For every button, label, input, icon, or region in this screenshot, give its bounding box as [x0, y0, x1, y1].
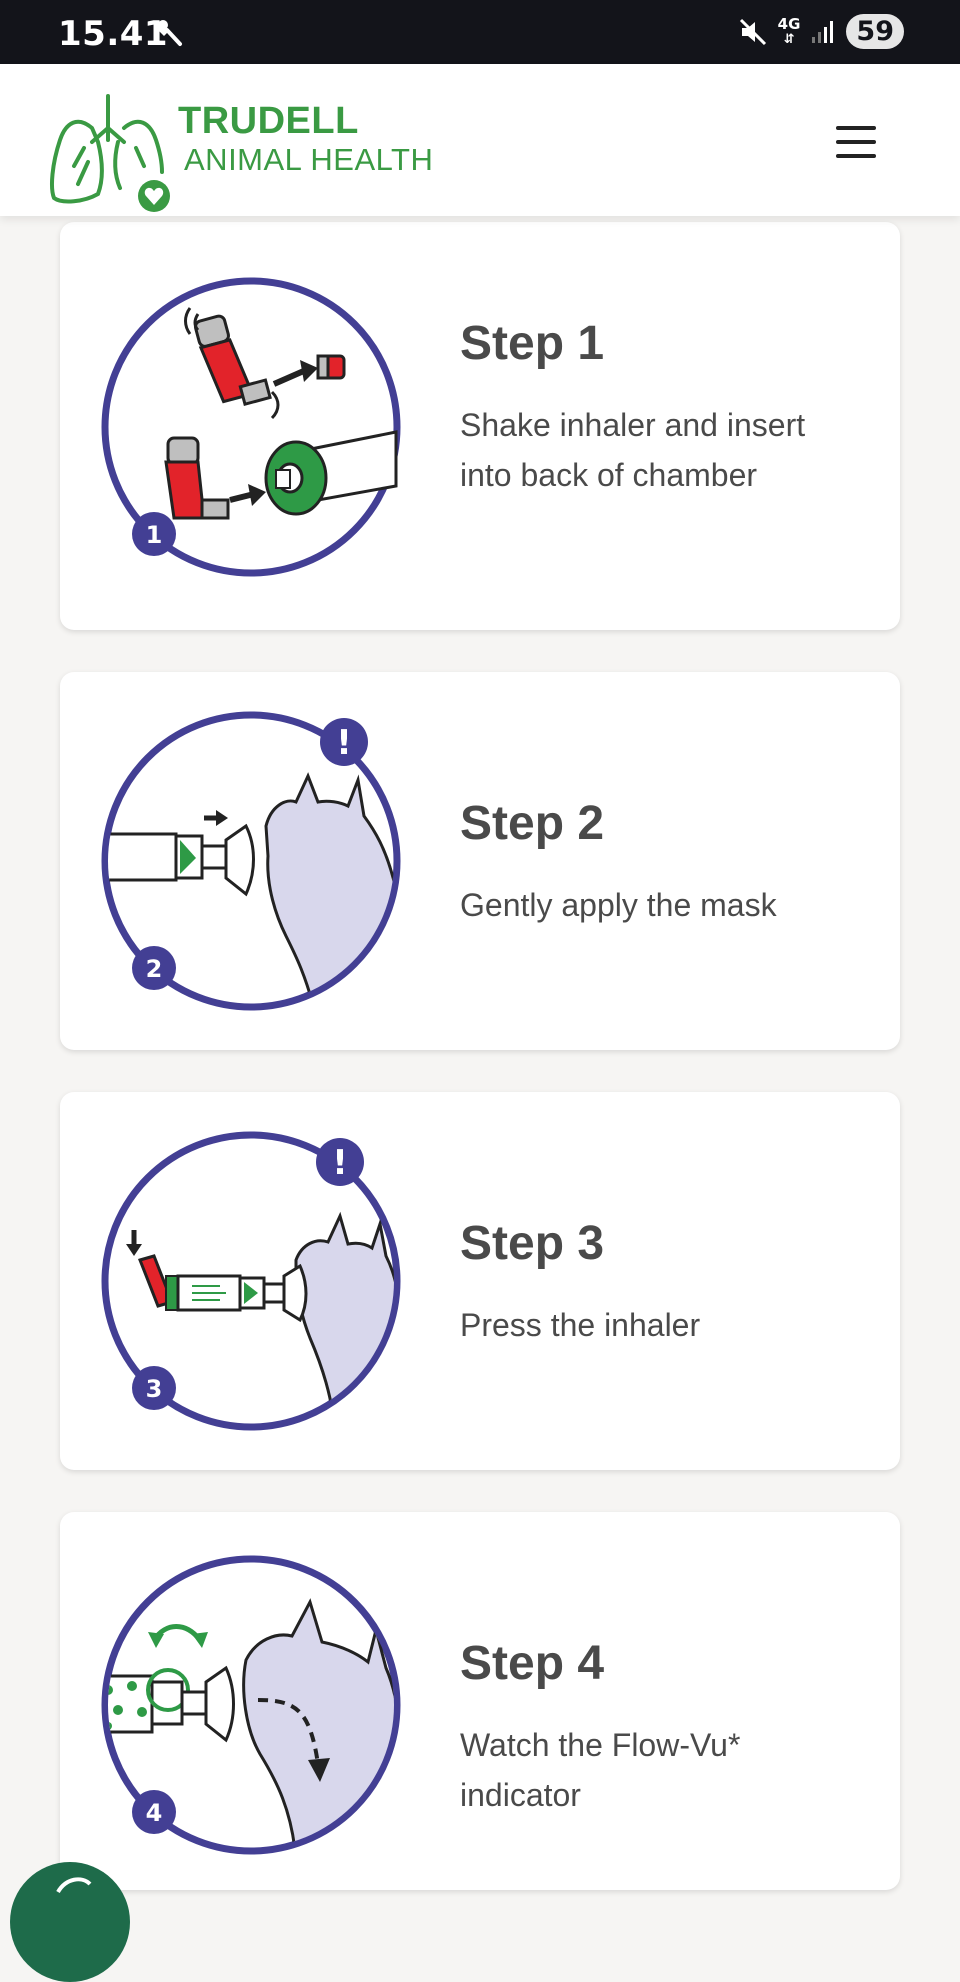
status-time: 15.41 — [58, 14, 169, 54]
step-description-3: Press the inhaler — [460, 1307, 701, 1343]
svg-text:!: ! — [332, 1143, 348, 1183]
svg-text:!: ! — [336, 723, 352, 763]
brand-title[interactable]: TRUDELL — [178, 100, 359, 143]
apply-mask-illustration: ! 2 — [101, 711, 401, 1011]
chat-floating-button[interactable] — [10, 1862, 130, 1982]
site-header: TRUDELL ANIMAL HEALTH — [0, 64, 960, 216]
step-badge-1: 1 — [146, 521, 163, 549]
network-icon: 4G ⇵ — [777, 14, 801, 47]
network-label: 4G — [777, 14, 801, 33]
step-title-4: Step 4 — [460, 1637, 605, 1690]
step-title-1: Step 1 — [460, 317, 605, 370]
step-description-2: Gently apply the mask — [460, 887, 777, 923]
chat-icon — [56, 1877, 92, 1894]
signal-icon — [812, 20, 834, 43]
step-title-2: Step 2 — [460, 797, 605, 850]
step-title-3: Step 3 — [460, 1217, 605, 1270]
lungs-logo-icon[interactable] — [48, 88, 174, 212]
battery-icon: 59 — [846, 14, 904, 49]
battery-level: 59 — [856, 16, 894, 47]
hamburger-menu-button[interactable] — [830, 120, 880, 164]
step-card-1: 1 Step 1 Shake inhaler and insert into b… — [60, 222, 900, 630]
shake-inhaler-illustration: 1 — [101, 277, 401, 577]
step-description-1: Shake inhaler and insert into back of ch… — [460, 407, 806, 493]
step-card-2: ! 2 Step 2 Gently apply the mask — [60, 672, 900, 1050]
step-badge-2: 2 — [146, 955, 163, 983]
mute-icon — [739, 18, 766, 45]
press-inhaler-illustration: ! 3 — [101, 1131, 401, 1431]
flow-vu-indicator-illustration: 4 — [101, 1555, 401, 1855]
hamburger-icon — [836, 126, 876, 130]
status-bar: 15.41 4G ⇵ 59 — [0, 0, 960, 64]
step-description-4: Watch the Flow-Vu* indicator — [460, 1727, 741, 1813]
brand-subtitle[interactable]: ANIMAL HEALTH — [184, 142, 433, 178]
step-card-4: 4 Step 4 Watch the Flow-Vu* indicator — [60, 1512, 900, 1890]
tool-icon — [156, 20, 182, 46]
step-badge-4: 4 — [146, 1799, 163, 1827]
step-card-3: ! 3 Step 3 Press the inhaler — [60, 1092, 900, 1470]
step-badge-3: 3 — [146, 1375, 163, 1403]
